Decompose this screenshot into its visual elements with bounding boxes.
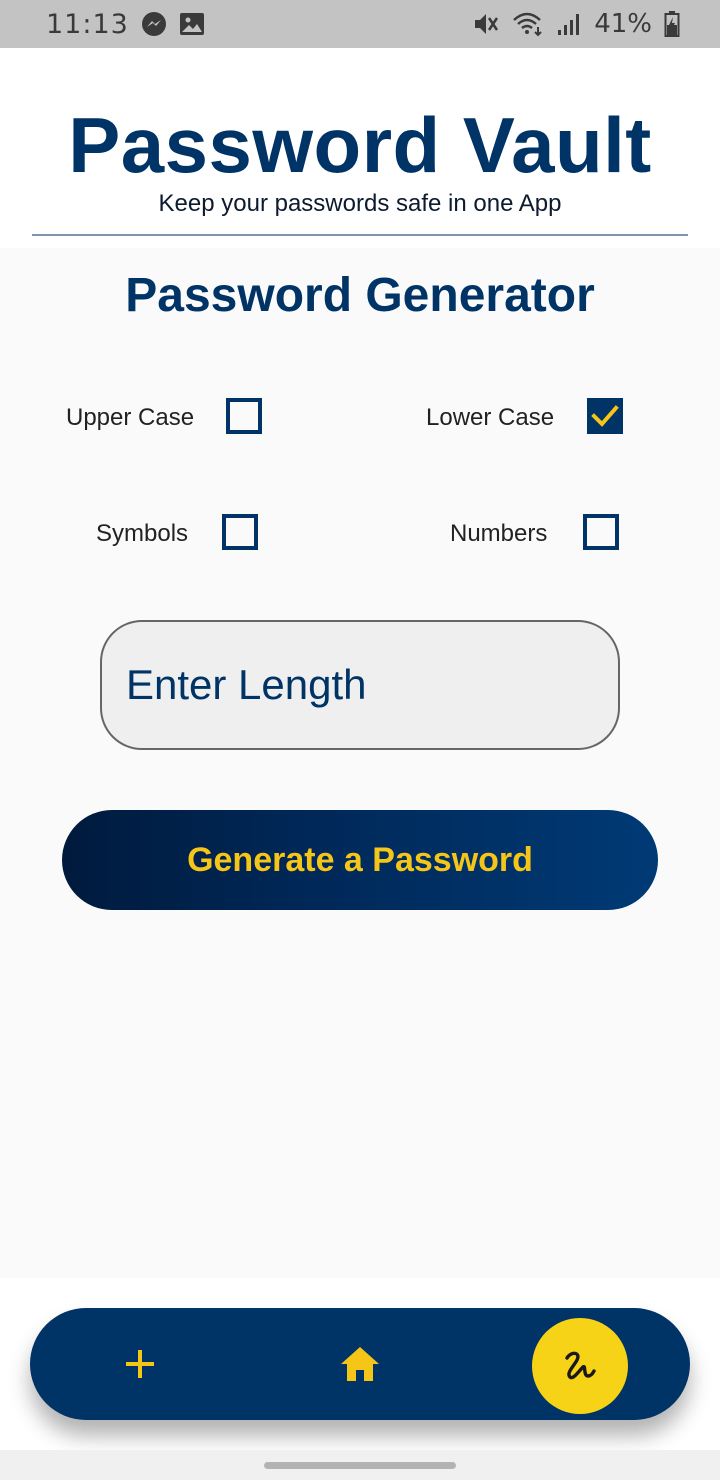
battery-percent: 41% — [594, 9, 652, 39]
gesture-handle[interactable] — [264, 1462, 456, 1469]
numbers-label: Numbers — [450, 520, 548, 547]
numbers-checkbox[interactable] — [583, 514, 619, 550]
status-bar: 11:13 41% — [0, 0, 720, 48]
option-upper-case[interactable]: Upper Case — [66, 398, 266, 438]
bottom-nav — [30, 1308, 690, 1420]
lower-case-checkbox[interactable] — [587, 398, 623, 434]
status-left: 11:13 — [46, 9, 205, 40]
option-numbers[interactable]: Numbers — [450, 514, 622, 554]
app-header: Password Vault Keep your passwords safe … — [0, 48, 720, 248]
section-title: Password Generator — [125, 269, 595, 322]
option-lower-case[interactable]: Lower Case — [426, 398, 626, 438]
add-icon — [126, 1350, 154, 1378]
upper-case-label: Upper Case — [66, 404, 195, 431]
check-icon — [591, 405, 619, 427]
messenger-icon — [141, 11, 167, 37]
lower-case-label: Lower Case — [426, 404, 555, 431]
home-icon — [341, 1347, 379, 1381]
upper-case-checkbox[interactable] — [226, 398, 262, 434]
nav-add-button[interactable] — [100, 1308, 180, 1420]
symbols-label: Symbols — [96, 520, 189, 547]
generate-password-button[interactable]: Generate a Password — [62, 810, 658, 910]
app-title: Password Vault — [68, 101, 652, 189]
option-symbols[interactable]: Symbols — [96, 514, 266, 554]
header-divider — [32, 234, 688, 236]
gallery-icon — [179, 12, 205, 36]
nav-home-button[interactable] — [320, 1308, 400, 1420]
gesture-area — [0, 1450, 720, 1480]
status-right: 41% — [472, 9, 680, 39]
app-subtitle: Keep your passwords safe in one App — [158, 190, 562, 217]
symbols-checkbox[interactable] — [222, 514, 258, 550]
status-time: 11:13 — [46, 8, 129, 40]
signal-icon — [556, 12, 582, 36]
battery-icon — [664, 10, 680, 38]
generate-icon — [565, 1351, 596, 1380]
nav-generate-button[interactable] — [532, 1318, 628, 1414]
mute-icon — [472, 11, 500, 37]
wifi-icon — [512, 11, 544, 37]
length-input[interactable] — [100, 620, 620, 750]
